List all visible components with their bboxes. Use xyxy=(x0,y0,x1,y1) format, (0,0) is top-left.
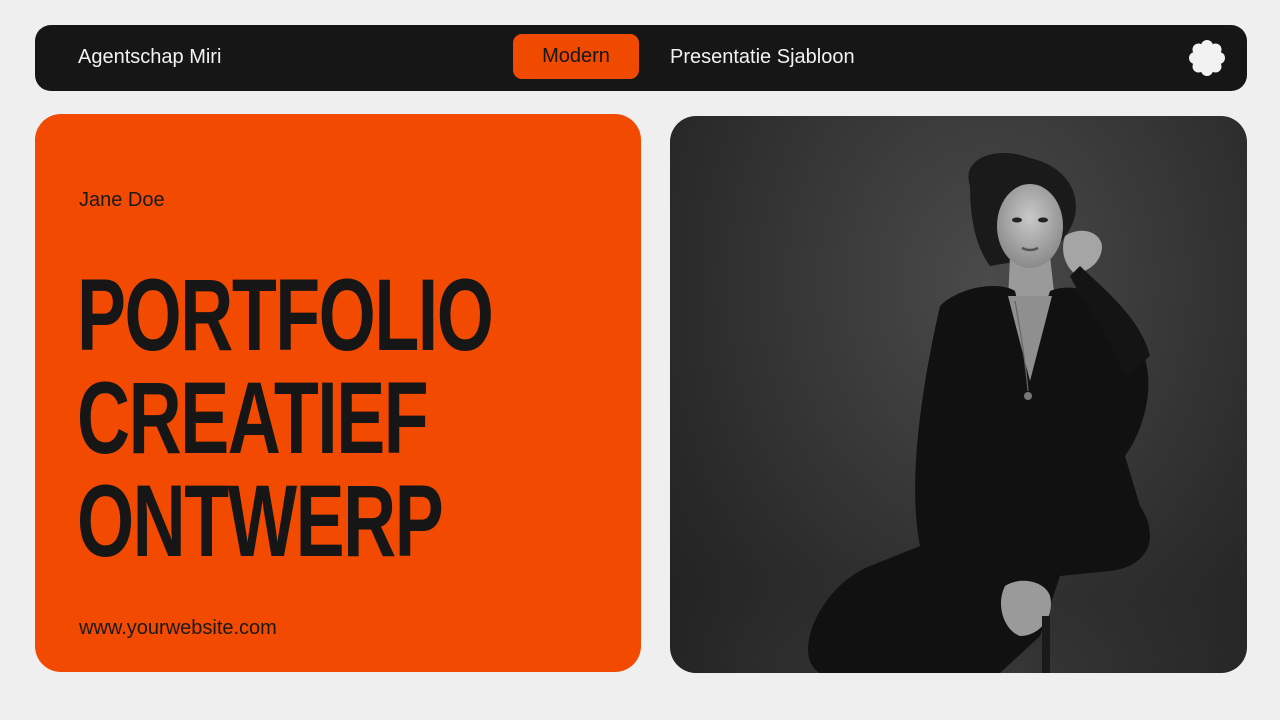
author-name: Jane Doe xyxy=(79,189,165,211)
brand-name: Agentschap Miri xyxy=(78,46,222,68)
headline-line-2: CREATIEF xyxy=(77,361,429,475)
modern-badge: Modern xyxy=(513,34,639,79)
portrait-photo xyxy=(670,116,1247,673)
headline-line-1: PORTFOLIO xyxy=(77,258,494,372)
title-card: Jane Doe PORTFOLIO CREATIEF ONTWERP www.… xyxy=(35,114,641,672)
website-url: www.yourwebsite.com xyxy=(79,617,277,639)
top-bar: Agentschap Miri Modern Presentatie Sjabl… xyxy=(35,25,1247,91)
flower-icon xyxy=(1189,40,1225,76)
woman-portrait-illustration xyxy=(670,153,1247,673)
headline: PORTFOLIO CREATIEF ONTWERP xyxy=(77,258,494,578)
headline-line-3: ONTWERP xyxy=(77,464,444,578)
template-subtitle: Presentatie Sjabloon xyxy=(670,46,855,68)
